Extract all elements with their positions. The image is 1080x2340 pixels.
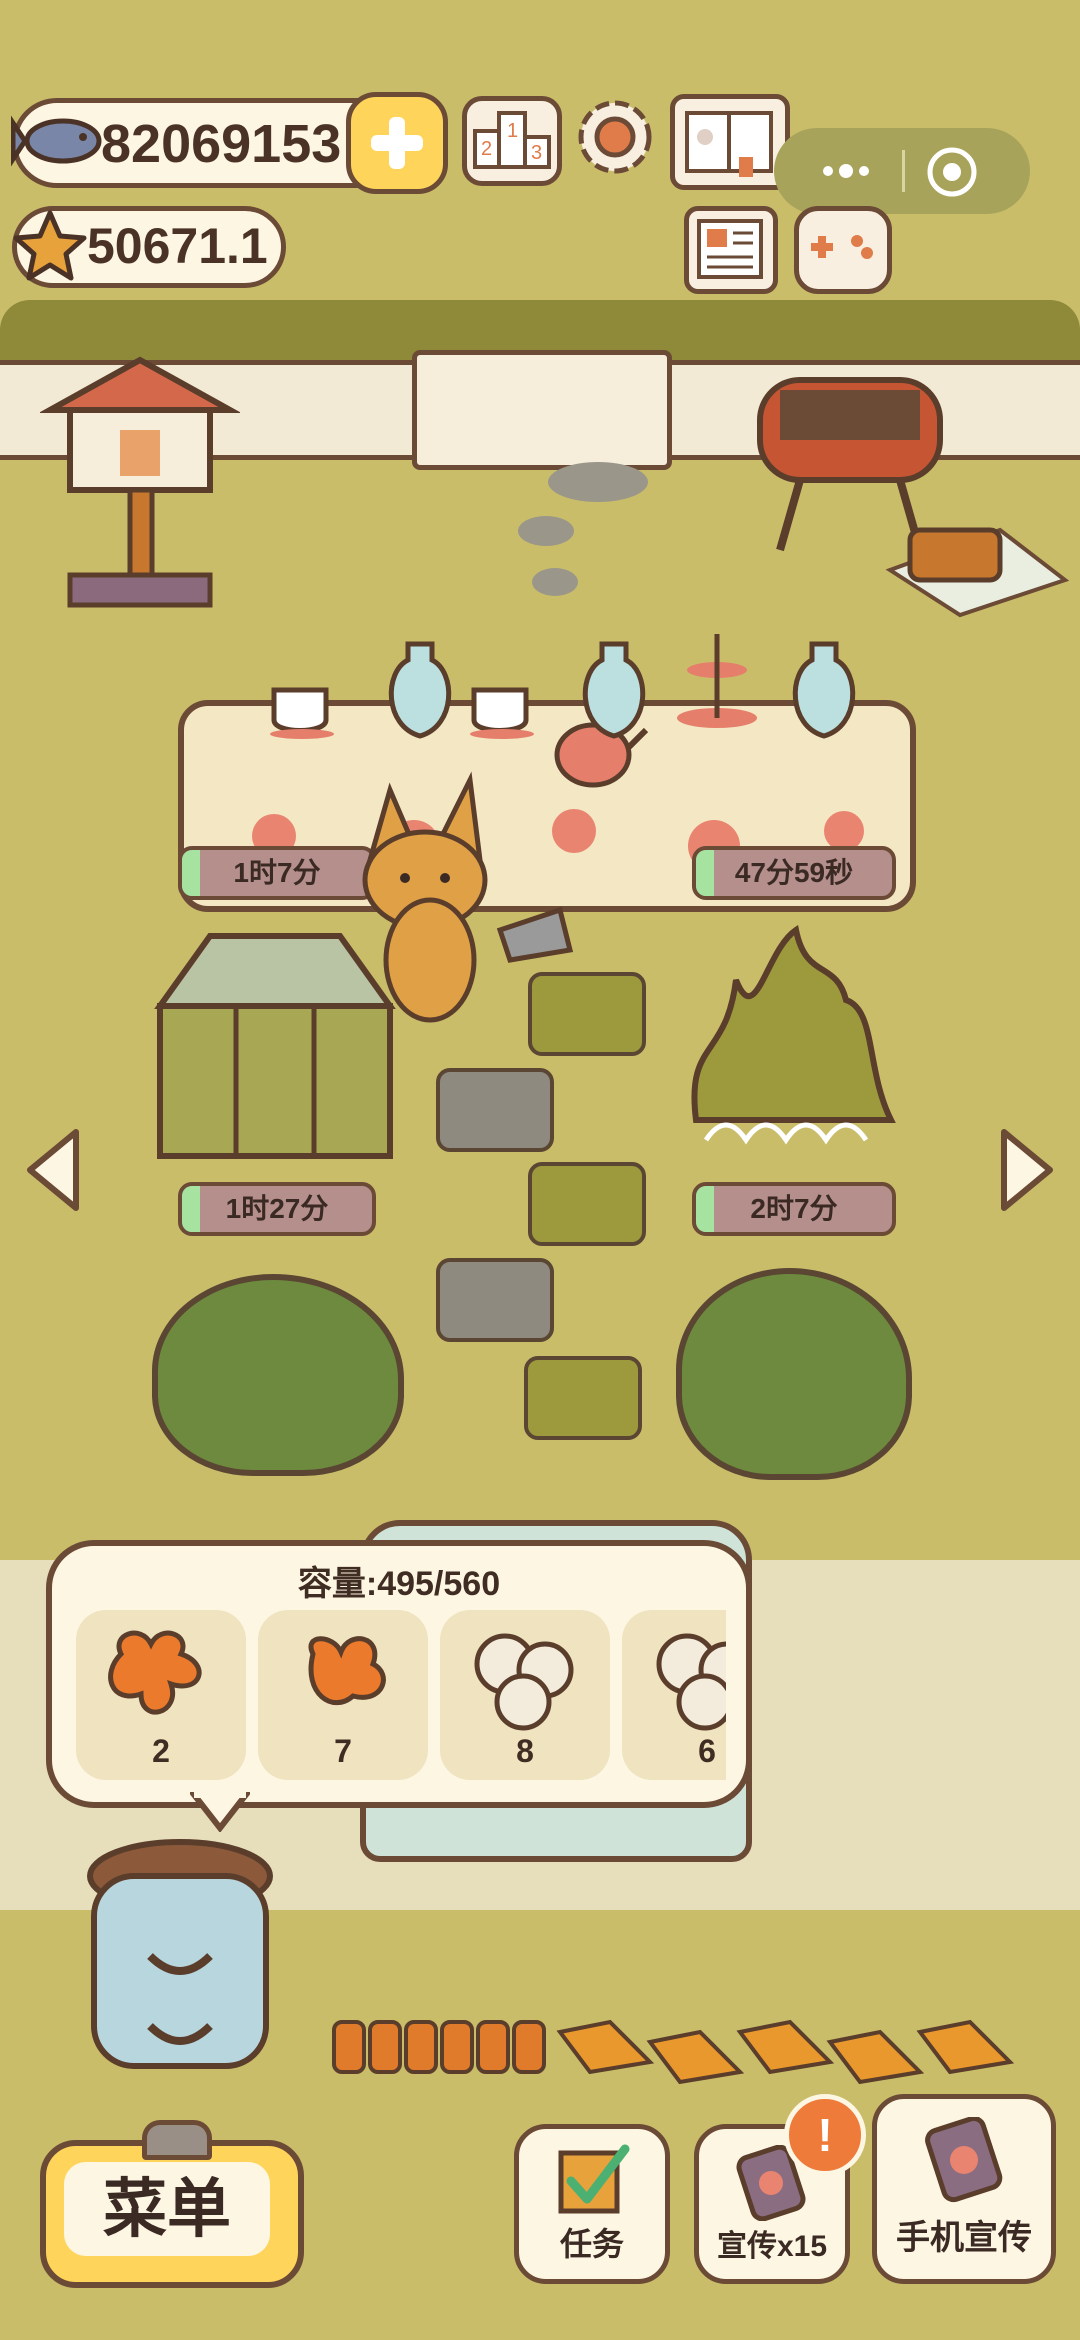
mailbox-house[interactable]	[38, 330, 242, 610]
alert-badge: !	[784, 2094, 866, 2176]
stepping-stone	[528, 1162, 646, 1246]
stepping-stone	[436, 1068, 554, 1152]
stepping-stone	[436, 1258, 554, 1342]
alert-badge-text: !	[817, 2109, 833, 2161]
svg-text:3: 3	[531, 142, 542, 164]
timer-progress	[182, 850, 200, 896]
handbook-button[interactable]	[670, 94, 790, 190]
storage-barrel[interactable]	[80, 1836, 280, 2086]
close-miniprogram-button[interactable]	[924, 144, 980, 200]
phone-promote-label: 手机宣传	[896, 2219, 1032, 2257]
vase-icon	[792, 641, 856, 739]
promote-label: 宣传x15	[716, 2230, 828, 2263]
stepping-stone	[528, 972, 646, 1056]
plus-icon	[371, 117, 423, 169]
white-cotton-icon	[474, 1633, 574, 1731]
svg-text:1: 1	[507, 120, 518, 142]
gear-icon	[578, 100, 652, 174]
prev-area-button[interactable]	[20, 1124, 84, 1216]
picnic-basket[interactable]	[880, 500, 1070, 620]
arrow-right-icon	[1001, 1129, 1053, 1211]
settings-button[interactable]	[572, 94, 658, 180]
barrel-icon	[87, 1839, 273, 2069]
plot-timer-top-left: 1时7分	[178, 846, 376, 900]
item-count: 7	[334, 1733, 352, 1769]
svg-text:2: 2	[481, 138, 492, 160]
podium-icon: 1 2 3	[473, 111, 551, 169]
garden-gate[interactable]	[412, 350, 672, 470]
phone-promote-button[interactable]: 手机宣传	[872, 2094, 1056, 2284]
fish-amount: 82069153	[101, 114, 342, 174]
orange-leaf-icon	[308, 1636, 386, 1706]
menu-label-box: 菜单	[64, 2162, 270, 2256]
book-icon	[685, 111, 773, 177]
basket-icon	[885, 527, 1070, 618]
timer-progress	[182, 1186, 200, 1232]
timer-progress	[696, 1186, 714, 1232]
menu-label: 菜单	[103, 2173, 231, 2245]
news-button[interactable]	[684, 206, 778, 294]
stepping-stone	[524, 1356, 642, 1440]
add-currency-button[interactable]	[346, 92, 448, 194]
menu-button[interactable]: 菜单	[40, 2120, 304, 2288]
fish-icon	[11, 115, 102, 167]
plot-timer-mid-right: 2时7分	[692, 1182, 896, 1236]
path-stone-3	[532, 568, 578, 596]
house-mailbox-icon	[38, 356, 242, 608]
arrow-left-icon	[27, 1129, 79, 1211]
phone-promo-icon	[925, 2117, 1003, 2203]
games-button[interactable]	[794, 206, 892, 294]
storage-item[interactable]: 8	[440, 1610, 610, 1780]
storage-item[interactable]: 2	[76, 1610, 246, 1780]
target-icon	[927, 147, 977, 197]
next-area-button[interactable]	[996, 1124, 1060, 1216]
teacup-icon	[470, 687, 534, 739]
checklist-icon	[558, 2144, 630, 2214]
item-count: 2	[152, 1733, 170, 1769]
star-amount: 50671.1	[87, 218, 268, 274]
gamepad-icon	[811, 235, 873, 259]
miniprogram-capsule	[774, 128, 1030, 214]
crop-plot-right-bottom[interactable]	[676, 1268, 912, 1480]
tasks-button[interactable]: 任务	[514, 2124, 670, 2284]
teacup-icon	[270, 687, 334, 739]
storage-item[interactable]: 6	[622, 1610, 726, 1780]
crop-plot-left-bottom[interactable]	[152, 1274, 404, 1476]
vase-icon	[582, 641, 646, 739]
plot-timer-top-right: 47分59秒	[692, 846, 896, 900]
more-options-button[interactable]	[798, 148, 888, 194]
white-cotton-icon	[656, 1633, 726, 1731]
lantern-string-decor	[332, 2019, 1015, 2085]
timer-progress	[696, 850, 714, 896]
storage-panel: 容量:495/560 2 7 8 6	[46, 1540, 752, 1808]
path-stone-2	[518, 516, 574, 546]
plot-timer-mid-left: 1时27分	[178, 1182, 376, 1236]
greenhouse-icon	[154, 933, 396, 1159]
newspaper-icon	[697, 219, 763, 279]
more-dots-icon	[823, 164, 869, 178]
star-icon	[13, 210, 87, 281]
shrub-icon	[691, 925, 896, 1145]
greenhouse-plot[interactable]	[150, 926, 400, 1166]
leaderboard-button[interactable]: 1 2 3	[462, 96, 562, 186]
capsule-divider	[902, 150, 905, 192]
clipboard-clip	[142, 2120, 212, 2160]
tasks-label: 任务	[559, 2226, 624, 2262]
crop-plot-right-top[interactable]	[676, 920, 906, 1160]
storage-panel-tail	[190, 1792, 250, 1832]
star-currency-pill: 50671.1	[12, 206, 286, 288]
item-count: 8	[516, 1733, 534, 1769]
path-stone-1	[548, 462, 648, 502]
cake-stand-icon	[677, 634, 757, 728]
vase-icon	[388, 641, 452, 739]
storage-item[interactable]: 7	[258, 1610, 428, 1780]
storage-item-list: 2 7 8 6	[76, 1610, 726, 1788]
item-count: 6	[698, 1733, 716, 1769]
storage-capacity: 容量:495/560	[297, 1565, 501, 1603]
orange-leaves-icon	[108, 1630, 202, 1715]
